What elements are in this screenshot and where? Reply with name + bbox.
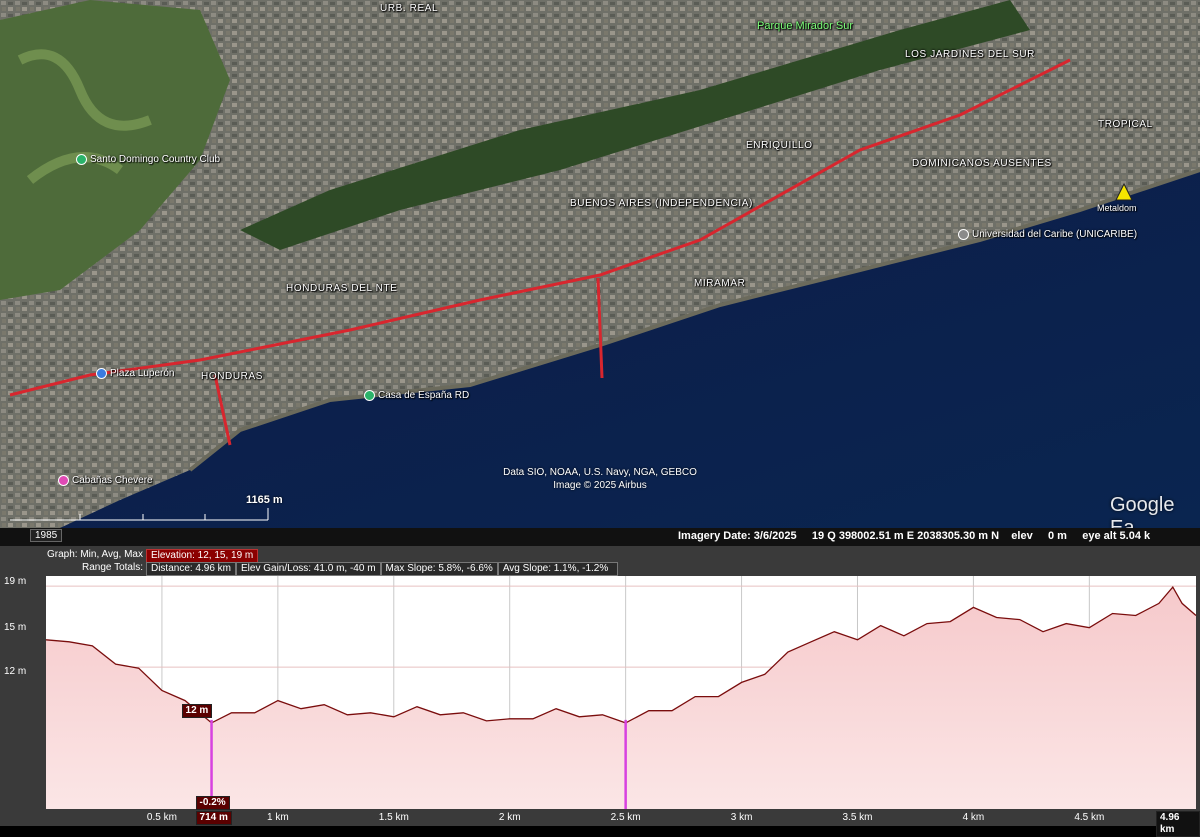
label-honduras-del-nte: HONDURAS DEL NTE	[286, 283, 398, 294]
poi-unicaribe[interactable]: Universidad del Caribe (UNICARIBE)	[958, 229, 1137, 240]
range-row: Range Totals: Distance: 4.96 km Elev Gai…	[79, 562, 618, 576]
poi-casa-espana[interactable]: Casa de España RD	[364, 390, 469, 401]
map-attribution: Data SIO, NOAA, U.S. Navy, NGA, GEBCO Im…	[503, 467, 697, 491]
elev-label: elev	[1011, 530, 1033, 542]
eye-alt: eye alt 5.04 k	[1082, 530, 1151, 542]
profile-chart[interactable]	[0, 576, 1200, 826]
label-enriquillo: ENRIQUILLO	[746, 140, 813, 151]
x-tick-label: 1 km	[267, 812, 289, 823]
label-urb-real: URB. REAL	[380, 3, 439, 14]
school-icon	[958, 229, 969, 240]
distance-total: Distance: 4.96 km	[145, 562, 237, 576]
range-label: Range Totals:	[82, 562, 143, 573]
historical-imagery-year[interactable]: 1985	[30, 529, 63, 542]
x-tick-label: 3.5 km	[842, 812, 873, 823]
y-tick-15: 15 m	[4, 622, 27, 633]
cursor-elevation-tag: 12 m	[181, 703, 213, 718]
label-los-jardines: LOS JARDINES DEL SUR	[905, 49, 1035, 60]
label-dominicanos-ausentes: DOMINICANOS AUSENTES	[912, 158, 1052, 169]
label-miramar: MIRAMAR	[694, 278, 746, 289]
place-icon	[364, 390, 375, 401]
x-tick-label: 3 km	[730, 812, 753, 823]
poi-cabanas-chevere[interactable]: Cabañas Chevere	[58, 475, 153, 486]
graph-row: Graph: Min, Avg, Max Elevation: 12, 15, …	[44, 549, 259, 563]
x-tick-label: 4.5 km	[1074, 812, 1105, 823]
elev-value: 0 m	[1048, 530, 1067, 542]
cursor-distance-tag: 714 m	[195, 811, 232, 825]
status-bar: 1985 Imagery Date: 3/6/2025 19 Q 398002.…	[0, 528, 1200, 546]
x-end-label: 4.96 km	[1156, 811, 1200, 837]
status-info: Imagery Date: 3/6/2025 19 Q 398002.51 m …	[678, 530, 1150, 542]
golf-icon	[76, 154, 87, 165]
label-tropical: TROPICAL	[1098, 119, 1153, 130]
elevation-stats: Graph: Min, Avg, Max Elevation: 12, 15, …	[0, 546, 1200, 576]
max-slope: Max Slope: 5.8%, -6.6%	[380, 562, 498, 576]
graph-label: Graph: Min, Avg, Max	[47, 549, 143, 560]
label-buenos-aires: BUENOS AIRES (INDEPENDENCIA)	[570, 198, 753, 209]
poi-plaza-luperon[interactable]: Plaza Luperón	[96, 368, 175, 379]
label-honduras: HONDURAS	[201, 371, 264, 382]
shopping-icon	[96, 368, 107, 379]
google-earth-logo: Google Ea	[1110, 494, 1175, 528]
x-tick-label: 2 km	[498, 812, 521, 823]
x-tick-label: 1.5 km	[378, 812, 409, 823]
map-imagery	[0, 0, 1200, 528]
avg-slope: Avg Slope: 1.1%, -1.2%	[497, 562, 618, 576]
cursor-coords: 19 Q 398002.51 m E 2038305.30 m N	[811, 530, 1000, 542]
poi-country-club[interactable]: Santo Domingo Country Club	[76, 154, 220, 165]
label-parque-mirador-sur: Parque Mirador Sur	[757, 20, 853, 32]
y-tick-19: 19 m	[4, 576, 27, 587]
lodging-icon	[58, 475, 69, 486]
scale-label: 1165 m	[246, 494, 283, 506]
x-tick-label: 0.5 km	[146, 812, 177, 823]
imagery-date: Imagery Date: 3/6/2025	[678, 530, 797, 542]
cursor-slope-tag: -0.2%	[195, 796, 230, 810]
x-tick-label: 2.5 km	[610, 812, 641, 823]
gain-loss: Elev Gain/Loss: 41.0 m, -40 m	[236, 562, 381, 576]
satellite-map[interactable]: URB. REAL Parque Mirador Sur LOS JARDINE…	[0, 0, 1200, 528]
poi-metaldom[interactable]: Metaldom	[1097, 203, 1137, 213]
y-tick-12: 12 m	[4, 666, 27, 677]
elevation-profile[interactable]: 19 m 15 m 12 m 0.5 km 1 km 1.5 km 2 km 2.5 k…	[0, 576, 1200, 837]
elevation-summary[interactable]: Elevation: 12, 15, 19 m	[145, 549, 259, 563]
x-tick-label: 4 km	[962, 812, 985, 823]
